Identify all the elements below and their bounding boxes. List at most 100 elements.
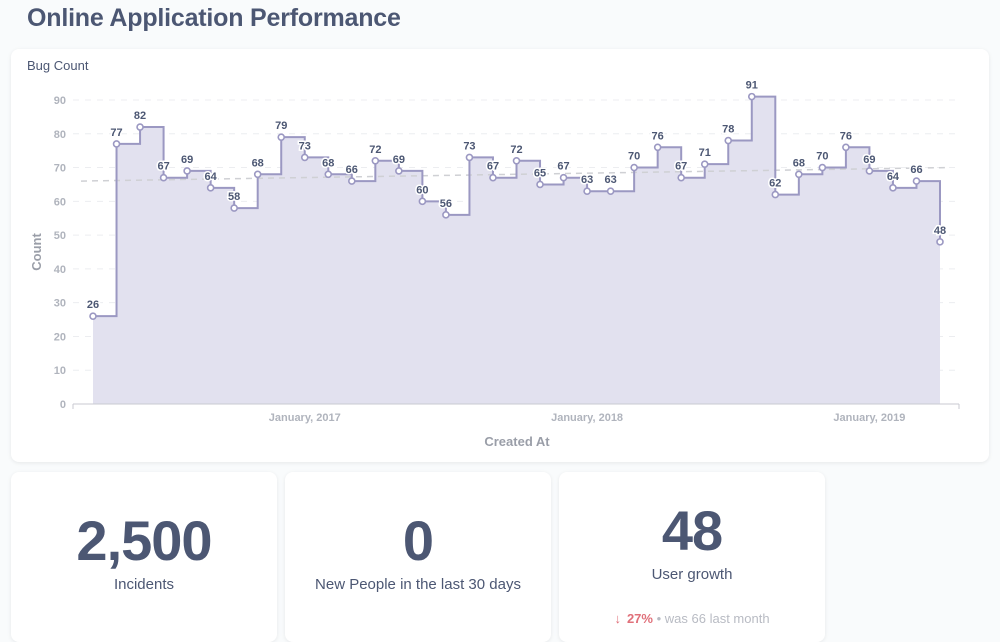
y-tick-label: 50 bbox=[54, 230, 66, 242]
data-label: 68 bbox=[322, 157, 334, 169]
data-label: 66 bbox=[346, 164, 358, 176]
data-label: 63 bbox=[604, 174, 616, 186]
data-point bbox=[348, 177, 356, 185]
data-point bbox=[559, 173, 568, 182]
data-label: 66 bbox=[910, 164, 922, 176]
data-label: 69 bbox=[393, 154, 405, 166]
stat-card-user-growth[interactable]: 48 User growth ↓ 27% • was 66 last month bbox=[559, 472, 825, 642]
stat-comparison: ↓ 27% • was 66 last month bbox=[559, 611, 825, 626]
y-tick-label: 20 bbox=[54, 331, 66, 343]
data-point bbox=[842, 143, 850, 152]
data-label: 70 bbox=[628, 151, 640, 163]
data-point bbox=[771, 190, 780, 199]
data-label: 58 bbox=[228, 191, 240, 203]
data-label: 79 bbox=[275, 120, 287, 132]
data-label: 63 bbox=[581, 174, 593, 186]
data-point bbox=[489, 173, 497, 182]
data-label: 64 bbox=[887, 171, 900, 183]
data-point bbox=[112, 140, 121, 148]
data-label: 67 bbox=[157, 161, 169, 173]
bug-count-card[interactable]: Bug Count 0 10 20 30 40 50 60 70 80 90 January, 2… bbox=[11, 49, 989, 462]
data-point bbox=[865, 167, 874, 175]
data-point bbox=[889, 184, 897, 192]
data-point bbox=[371, 157, 380, 165]
y-tick-label: 0 bbox=[60, 399, 66, 411]
data-label: 72 bbox=[369, 144, 381, 156]
data-point bbox=[912, 177, 921, 185]
x-tick-label: January, 2019 bbox=[833, 412, 905, 424]
data-point bbox=[583, 187, 591, 195]
y-tick-label: 90 bbox=[54, 95, 66, 107]
y-axis-ticks: 0 10 20 30 40 50 60 70 80 90 bbox=[54, 95, 66, 411]
data-point bbox=[89, 312, 97, 320]
data-label: 64 bbox=[205, 171, 218, 183]
stat-value: 2,500 bbox=[76, 509, 212, 572]
y-tick-label: 70 bbox=[54, 163, 66, 175]
stat-label: User growth bbox=[651, 566, 733, 583]
data-point bbox=[700, 160, 709, 168]
stat-label: New People in the last 30 days bbox=[315, 576, 521, 593]
data-label: 82 bbox=[134, 110, 146, 122]
data-point bbox=[512, 157, 521, 165]
x-tick-label: January, 2017 bbox=[269, 412, 341, 424]
data-label: 68 bbox=[793, 157, 805, 169]
data-point bbox=[442, 211, 450, 219]
previous-value-text: was 66 last month bbox=[664, 611, 770, 626]
data-label: 65 bbox=[534, 167, 546, 179]
x-tick-label: January, 2018 bbox=[551, 412, 623, 424]
stat-card-new-people[interactable]: 0 New People in the last 30 days bbox=[285, 472, 551, 642]
stat-label: Incidents bbox=[113, 576, 175, 593]
data-label: 60 bbox=[416, 184, 428, 196]
data-point bbox=[136, 123, 144, 131]
data-point bbox=[324, 170, 333, 179]
data-label: 78 bbox=[722, 124, 734, 136]
data-point bbox=[724, 136, 733, 145]
data-label: 73 bbox=[463, 140, 475, 152]
data-label: 69 bbox=[863, 154, 875, 166]
data-point bbox=[536, 180, 544, 189]
data-point bbox=[653, 143, 662, 152]
data-point bbox=[395, 167, 403, 175]
arrow-down-icon: ↓ bbox=[614, 611, 621, 626]
data-label: 70 bbox=[816, 151, 828, 163]
data-point bbox=[277, 133, 286, 141]
page-title: Online Application Performance bbox=[27, 4, 401, 32]
area-fill bbox=[93, 96, 940, 404]
data-point bbox=[677, 173, 685, 182]
data-point bbox=[606, 187, 615, 195]
data-label: 73 bbox=[299, 140, 311, 152]
y-tick-label: 60 bbox=[54, 196, 66, 208]
change-percent: 27% bbox=[626, 611, 653, 626]
data-label: 76 bbox=[840, 130, 852, 142]
data-point bbox=[795, 170, 803, 179]
y-axis-label: Count bbox=[29, 233, 44, 271]
y-tick-label: 40 bbox=[54, 264, 66, 276]
bug-count-chart: 0102030405060708090 January, 2017 January… bbox=[29, 78, 961, 449]
y-tick-label: 80 bbox=[54, 129, 66, 141]
data-point bbox=[465, 153, 474, 162]
data-point bbox=[253, 170, 262, 179]
data-point bbox=[183, 167, 191, 175]
data-label: 71 bbox=[699, 147, 711, 159]
data-point bbox=[300, 153, 309, 162]
x-axis-label: Created At bbox=[484, 434, 550, 449]
data-label: 68 bbox=[252, 157, 264, 169]
data-label: 67 bbox=[487, 161, 499, 173]
data-label: 56 bbox=[440, 198, 452, 210]
stat-value: 48 bbox=[661, 499, 723, 562]
data-point bbox=[206, 184, 215, 192]
data-point bbox=[230, 204, 238, 212]
y-tick-label: 30 bbox=[54, 298, 66, 310]
data-label: 67 bbox=[557, 161, 569, 173]
data-label: 48 bbox=[934, 225, 946, 237]
data-label: 72 bbox=[510, 144, 522, 156]
data-point bbox=[630, 163, 638, 172]
data-point bbox=[818, 163, 827, 172]
data-label: 77 bbox=[110, 127, 122, 139]
stat-card-incidents[interactable]: 2,500 Incidents bbox=[11, 472, 277, 642]
data-label: 91 bbox=[746, 80, 758, 92]
data-label: 67 bbox=[675, 161, 687, 173]
stat-value: 0 bbox=[402, 509, 434, 572]
separator-dot: • bbox=[656, 611, 662, 626]
x-axis: January, 2017 January, 2018 January, 2019 bbox=[72, 403, 960, 424]
